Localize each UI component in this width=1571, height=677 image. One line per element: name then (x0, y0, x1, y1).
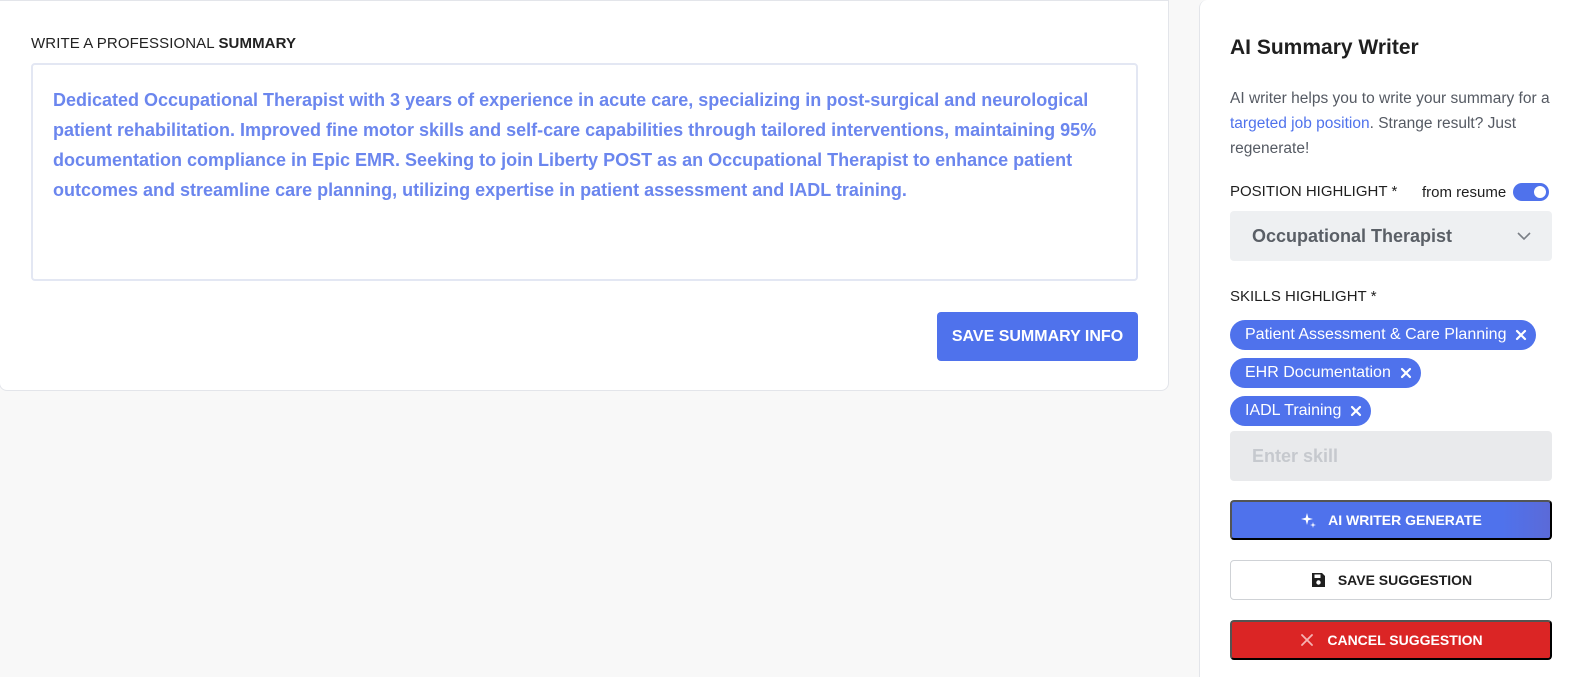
summary-heading: WRITE A PROFESSIONAL SUMMARY (31, 35, 296, 52)
position-label-text: POSITION HIGHLIGHT (1230, 183, 1388, 200)
position-highlight-label: POSITION HIGHLIGHT * (1230, 183, 1397, 200)
ai-panel-title: AI Summary Writer (1230, 36, 1419, 59)
enter-skill-input[interactable] (1230, 431, 1552, 481)
from-resume-control: from resume (1422, 183, 1550, 201)
skill-chip: IADL Training (1230, 396, 1372, 426)
from-resume-label: from resume (1422, 183, 1507, 201)
cancel-suggestion-label: CANCEL SUGGESTION (1327, 632, 1483, 648)
ai-writer-generate-button[interactable]: AI WRITER GENERATE (1230, 500, 1552, 540)
position-select-value: Occupational Therapist (1252, 225, 1453, 246)
close-icon[interactable] (1514, 328, 1528, 342)
skill-chip-label: IADL Training (1245, 402, 1342, 419)
required-mark: * (1370, 288, 1377, 305)
targeted-job-link[interactable]: targeted job position (1230, 115, 1370, 132)
skills-chip-list: Patient Assessment & Care Planning EHR D… (1230, 320, 1560, 434)
chevron-down-icon (1517, 232, 1531, 241)
generate-label: AI WRITER GENERATE (1328, 512, 1482, 528)
sparkles-icon (1301, 513, 1317, 528)
cancel-suggestion-button[interactable]: CANCEL SUGGESTION (1230, 620, 1552, 660)
summary-heading-bold: SUMMARY (218, 35, 297, 52)
position-select[interactable]: Occupational Therapist (1230, 211, 1552, 261)
skill-chip-label: Patient Assessment & Care Planning (1245, 326, 1507, 343)
summary-card: WRITE A PROFESSIONAL SUMMARY Dedicated O… (0, 0, 1169, 391)
ai-desc-before: AI writer helps you to write your summar… (1230, 90, 1550, 107)
skills-label-text: SKILLS HIGHLIGHT (1230, 288, 1367, 305)
summary-heading-prefix: WRITE A PROFESSIONAL (31, 35, 215, 52)
save-suggestion-label: SAVE SUGGESTION (1337, 572, 1473, 588)
summary-textarea[interactable]: Dedicated Occupational Therapist with 3 … (31, 63, 1138, 281)
close-icon (1301, 634, 1314, 646)
close-icon[interactable] (1349, 404, 1363, 418)
required-mark: * (1391, 183, 1398, 200)
skill-chip-label: EHR Documentation (1245, 364, 1391, 381)
save-suggestion-button[interactable]: SAVE SUGGESTION (1230, 560, 1552, 600)
from-resume-toggle[interactable] (1513, 183, 1550, 201)
skill-chip: EHR Documentation (1230, 358, 1421, 388)
close-icon[interactable] (1399, 366, 1413, 380)
ai-summary-panel: AI Summary Writer AI writer helps you to… (1199, 0, 1571, 677)
skills-highlight-label: SKILLS HIGHLIGHT * (1230, 288, 1377, 305)
floppy-disk-icon (1311, 573, 1325, 587)
save-summary-button[interactable]: SAVE SUMMARY INFO (937, 312, 1138, 361)
ai-panel-description: AI writer helps you to write your summar… (1230, 86, 1560, 161)
skill-chip: Patient Assessment & Care Planning (1230, 320, 1537, 350)
